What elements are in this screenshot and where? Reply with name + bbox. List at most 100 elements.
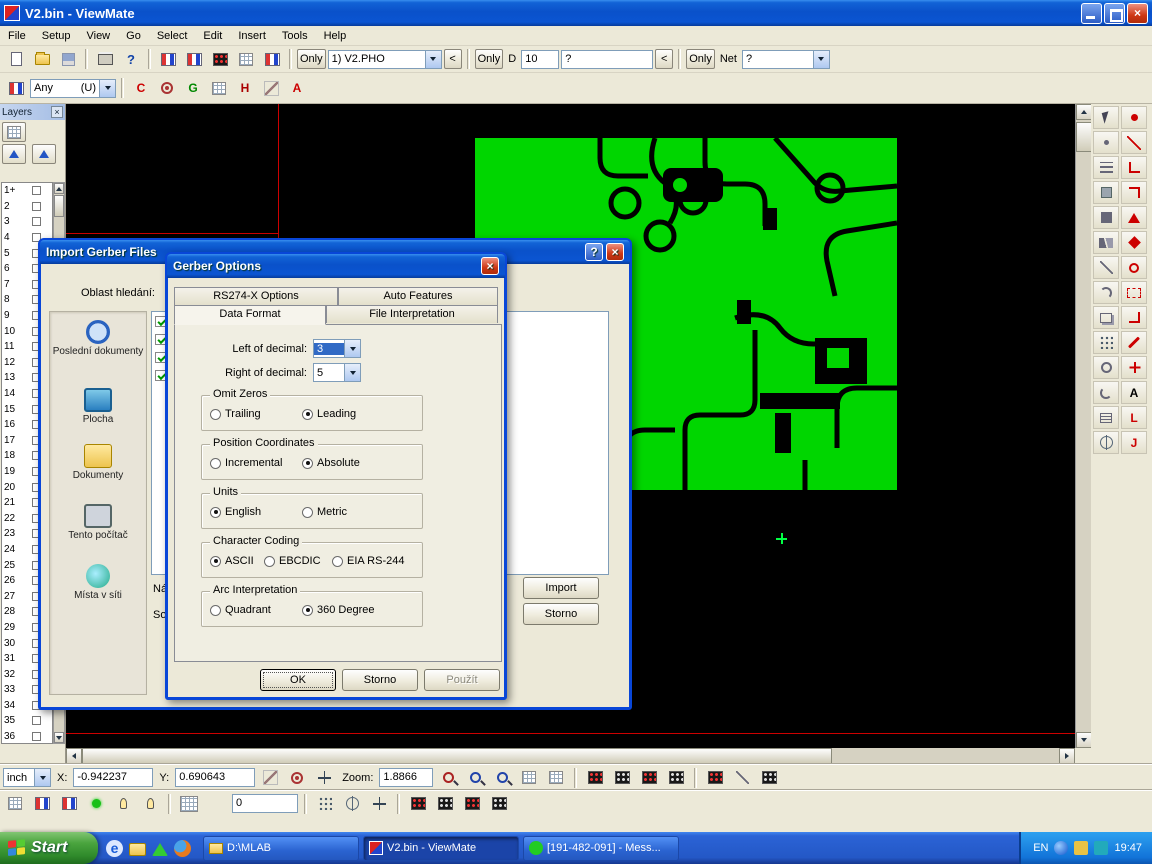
tab-rs274x-options[interactable]: RS274-X Options: [174, 287, 338, 305]
ok-button[interactable]: OK: [260, 669, 336, 691]
scroll-right-icon[interactable]: [1059, 748, 1075, 764]
rotate-icon[interactable]: [1093, 381, 1119, 404]
move-cross-icon[interactable]: [367, 793, 391, 815]
layer-row[interactable]: 36: [2, 729, 52, 744]
pad-matrix4-icon[interactable]: [664, 767, 688, 789]
arc-tool-icon[interactable]: [1093, 281, 1119, 304]
browser-globe-icon[interactable]: [174, 840, 191, 857]
scroll-up-icon[interactable]: [54, 183, 64, 194]
internet-explorer-icon[interactable]: e: [106, 840, 123, 857]
pad-matrix6-icon[interactable]: [757, 767, 781, 789]
chevron-down-icon[interactable]: [99, 80, 115, 97]
big-table-icon[interactable]: [177, 793, 201, 815]
corner-tool-icon[interactable]: [1121, 306, 1147, 329]
menu-item[interactable]: Tools: [274, 28, 316, 44]
diamond-tool-icon[interactable]: [1121, 231, 1147, 254]
radio-quadrant[interactable]: [210, 605, 221, 616]
layer-row[interactable]: 3: [2, 214, 52, 230]
layer-swatch[interactable]: [32, 732, 41, 741]
grid-icon[interactable]: G: [181, 77, 205, 99]
aperture-info-icon[interactable]: [260, 48, 284, 70]
select-point-icon[interactable]: [1093, 131, 1119, 154]
layer-colors-icon[interactable]: [30, 793, 54, 815]
close-icon[interactable]: ×: [606, 243, 624, 261]
polyline-icon[interactable]: [1093, 156, 1119, 179]
taskbar-button-messenger[interactable]: [191-482-091] - Mess...: [523, 836, 679, 861]
menu-item[interactable]: Insert: [230, 28, 274, 44]
layer-swatch[interactable]: [32, 202, 41, 211]
point-tool-icon[interactable]: [1121, 106, 1147, 129]
radio-english[interactable]: [210, 507, 221, 518]
import-button[interactable]: Import: [523, 577, 599, 599]
language-indicator[interactable]: EN: [1033, 842, 1048, 854]
angle-tool-icon[interactable]: [1121, 156, 1147, 179]
select-dcode-icon[interactable]: [156, 48, 180, 70]
pad-matrix-icon[interactable]: [583, 767, 607, 789]
zoom-select-icon[interactable]: [436, 767, 460, 789]
place-documents[interactable]: Dokumenty: [50, 444, 146, 481]
measure-diagonal-icon[interactable]: [258, 767, 282, 789]
pattern1-icon[interactable]: [406, 793, 430, 815]
pattern3-icon[interactable]: [460, 793, 484, 815]
only-file-toggle[interactable]: Only: [297, 49, 326, 69]
tab-file-interpretation[interactable]: File Interpretation: [326, 305, 498, 323]
chevron-down-icon[interactable]: [813, 51, 829, 68]
pad-matrix5-icon[interactable]: [703, 767, 727, 789]
radio-metric[interactable]: [302, 507, 313, 518]
dcode-query-input[interactable]: ?: [561, 50, 653, 69]
layer-swatch[interactable]: [32, 186, 41, 195]
place-recent[interactable]: Poslední dokumenty: [50, 320, 146, 357]
gear-icon[interactable]: [1093, 356, 1119, 379]
x-coordinate-field[interactable]: -0.942237: [73, 768, 153, 787]
print-icon[interactable]: [93, 48, 117, 70]
circle-tool-icon[interactable]: [1121, 256, 1147, 279]
tab-auto-features[interactable]: Auto Features: [338, 287, 498, 305]
chevron-down-icon[interactable]: [344, 340, 360, 357]
l-text-tool-icon[interactable]: L: [1121, 406, 1147, 429]
scrollbar-thumb[interactable]: [82, 748, 832, 764]
taskbar-button-viewmate[interactable]: V2.bin - ViewMate: [363, 836, 519, 861]
pointer-icon[interactable]: [1093, 106, 1119, 129]
menu-item[interactable]: Select: [149, 28, 196, 44]
close-icon[interactable]: ×: [1127, 3, 1148, 24]
layer-swatch[interactable]: [32, 217, 41, 226]
messenger-tray-icon[interactable]: [1054, 841, 1068, 855]
triangle-tool-icon[interactable]: [1121, 206, 1147, 229]
menu-item[interactable]: Go: [118, 28, 149, 44]
pad-tool-icon[interactable]: [1121, 281, 1147, 304]
transform-icon[interactable]: [730, 767, 754, 789]
rectangle-icon[interactable]: [1093, 181, 1119, 204]
scroll-down-icon[interactable]: [1076, 732, 1092, 748]
filled-rect-icon[interactable]: [1093, 206, 1119, 229]
pattern2-icon[interactable]: [433, 793, 457, 815]
radio-trailing[interactable]: [210, 409, 221, 420]
right-of-decimal-combo[interactable]: 5: [313, 363, 361, 382]
origin-icon[interactable]: [155, 77, 179, 99]
explorer-folder-icon[interactable]: [129, 843, 146, 856]
cancel-button[interactable]: Storno: [523, 603, 599, 625]
mini-grid-icon[interactable]: [3, 793, 27, 815]
cancel-button[interactable]: Storno: [342, 669, 418, 691]
select-mode-icon[interactable]: [4, 77, 28, 99]
radio-eia-rs244[interactable]: [332, 556, 343, 567]
highlight-dcodes-icon[interactable]: [208, 48, 232, 70]
dcode-table-icon[interactable]: [234, 48, 258, 70]
radio-absolute[interactable]: [302, 458, 313, 469]
layers-panel-caption[interactable]: Layers ×: [0, 104, 65, 120]
counter-field[interactable]: 0: [232, 794, 298, 813]
radio-incremental[interactable]: [210, 458, 221, 469]
highlight-icon[interactable]: H: [233, 77, 257, 99]
pad-matrix2-icon[interactable]: [610, 767, 634, 789]
clock[interactable]: 19:47: [1114, 842, 1142, 854]
unit-combo[interactable]: inch: [3, 768, 51, 787]
left-of-decimal-combo[interactable]: 3: [313, 339, 361, 358]
anchor-icon[interactable]: [1093, 431, 1119, 454]
zoom-in-icon[interactable]: [463, 767, 487, 789]
scrollbar-thumb[interactable]: [1076, 122, 1092, 152]
close-icon[interactable]: ×: [481, 257, 499, 275]
gerber-dialog-titlebar[interactable]: Gerber Options ×: [167, 254, 505, 278]
dot-grid-icon[interactable]: [313, 793, 337, 815]
desktop-toggle-icon[interactable]: [152, 843, 168, 856]
start-button[interactable]: Start: [0, 832, 98, 864]
crosshair-icon[interactable]: [312, 767, 336, 789]
